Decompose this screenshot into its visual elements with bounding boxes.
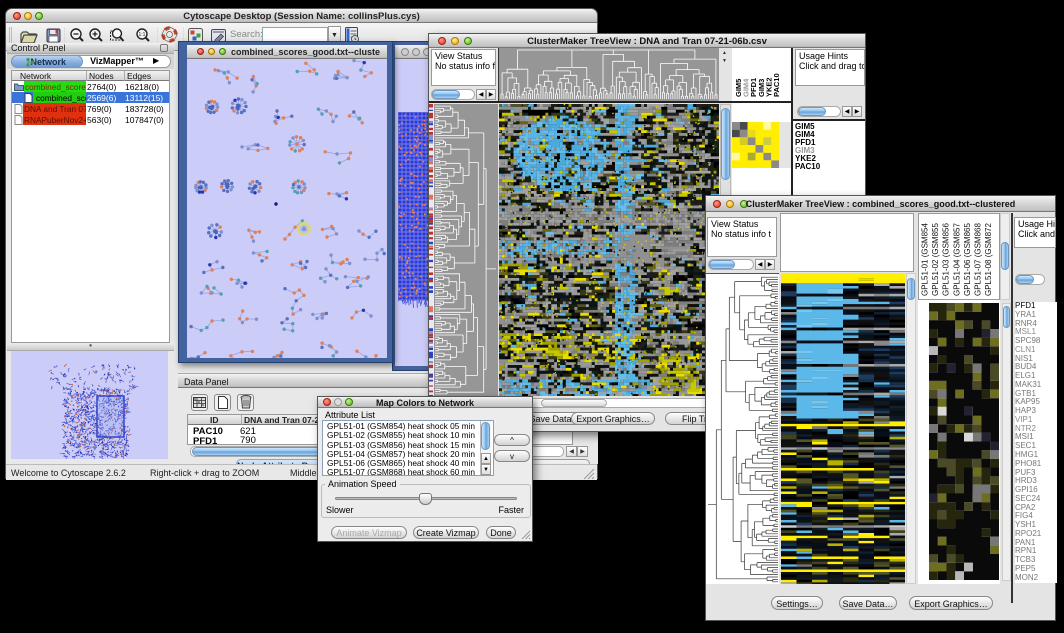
svg-text:PAC10: PAC10: [772, 73, 781, 97]
svg-text:GPL51-08 (GSM872: GPL51-08 (GSM872: [984, 223, 993, 296]
svg-text:GPL51-03 (GSM856: GPL51-03 (GSM856: [942, 223, 951, 296]
svg-text:GPL51-04 (GSM857: GPL51-04 (GSM857: [952, 223, 961, 296]
svg-text:GPL51-07 (GSM868: GPL51-07 (GSM868: [974, 223, 983, 296]
svg-text:GPL51-02 (GSM855: GPL51-02 (GSM855: [931, 223, 940, 296]
svg-text:GPL51-01 (GSM854: GPL51-01 (GSM854: [921, 223, 930, 296]
svg-text:1:1: 1:1: [139, 32, 146, 38]
svg-text:GPL51-06 (GSM865: GPL51-06 (GSM865: [963, 223, 972, 296]
